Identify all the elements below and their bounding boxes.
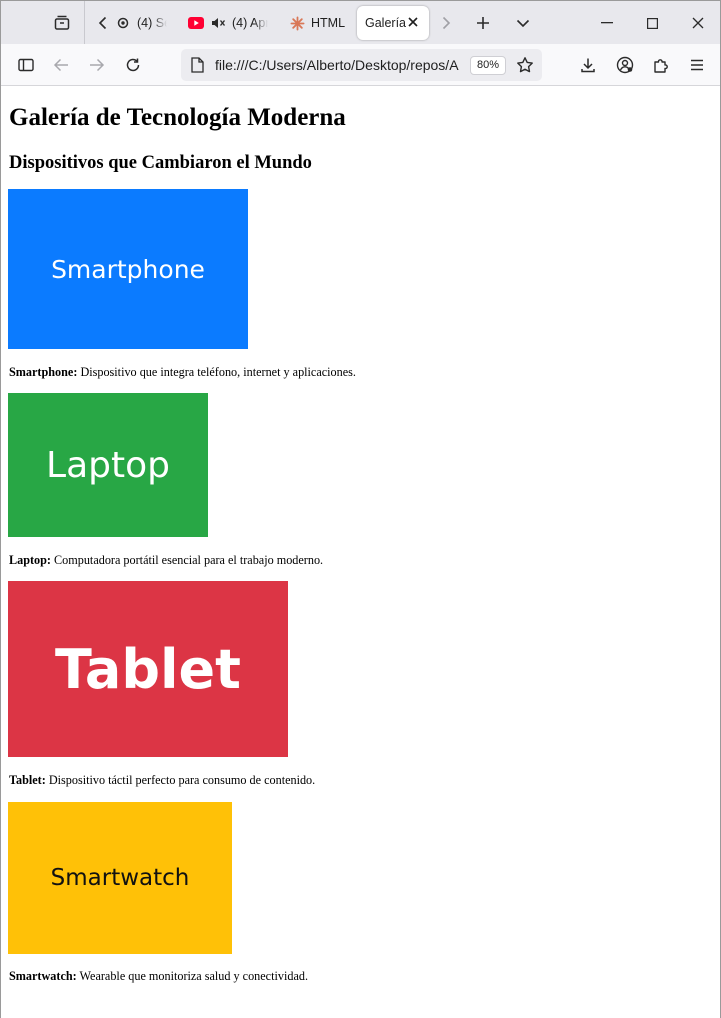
close-tab-icon[interactable] bbox=[407, 16, 419, 28]
image-label: Laptop bbox=[46, 444, 170, 486]
caption-description: Dispositivo que integra teléfono, intern… bbox=[77, 365, 356, 379]
back-arrow-icon[interactable] bbox=[48, 52, 74, 78]
caption-description: Dispositivo táctil perfecto para consumo… bbox=[45, 773, 316, 787]
youtube-icon bbox=[188, 15, 204, 31]
mute-icon[interactable] bbox=[210, 15, 226, 31]
tablet-caption: Tablet: Dispositivo táctil perfecto para… bbox=[9, 773, 315, 788]
browser-window: (4) Ses (4) Apr HTML Galería bbox=[0, 0, 721, 1018]
page-title: Galería de Tecnología Moderna bbox=[9, 104, 346, 131]
bookmark-star-icon[interactable] bbox=[516, 56, 534, 74]
caption-name: Smartphone: bbox=[9, 365, 78, 379]
close-window-icon[interactable] bbox=[688, 13, 708, 33]
account-icon[interactable] bbox=[612, 52, 638, 78]
image-label: Smartwatch bbox=[50, 865, 190, 891]
page-subtitle: Dispositivos que Cambiaron el Mundo bbox=[9, 153, 312, 173]
new-tab-icon[interactable] bbox=[473, 13, 493, 33]
laptop-image: Laptop bbox=[8, 393, 208, 537]
smartphone-image: Smartphone bbox=[8, 189, 248, 349]
forward-arrow-icon[interactable] bbox=[84, 52, 110, 78]
caption-name: Smartwatch: bbox=[9, 969, 77, 983]
url-text[interactable]: file:///C:/Users/Alberto/Desktop/repos/A bbox=[215, 57, 465, 73]
chevron-right-icon[interactable] bbox=[437, 14, 455, 32]
download-icon[interactable] bbox=[575, 52, 601, 78]
tab-overview-icon[interactable] bbox=[52, 13, 72, 33]
tab-html[interactable]: HTML bbox=[289, 6, 345, 40]
menu-hamburger-icon[interactable] bbox=[684, 52, 710, 78]
sidebar-toggle-icon[interactable] bbox=[13, 52, 39, 78]
zoom-level-badge[interactable]: 80% bbox=[470, 56, 507, 75]
list-tabs-chevron-down-icon[interactable] bbox=[513, 13, 533, 33]
minimize-icon[interactable] bbox=[597, 13, 617, 33]
claude-icon bbox=[289, 15, 305, 31]
tab-label: Galería bbox=[365, 16, 406, 30]
smartwatch-image: Smartwatch bbox=[8, 802, 232, 954]
tab-label: HTML bbox=[311, 16, 345, 30]
tab-galeria-active[interactable]: Galería bbox=[357, 6, 429, 40]
navigation-toolbar: file:///C:/Users/Alberto/Desktop/repos/A… bbox=[1, 44, 720, 86]
tab-youtube[interactable]: (4) Apr bbox=[188, 6, 268, 40]
extensions-icon[interactable] bbox=[648, 52, 674, 78]
caption-name: Laptop: bbox=[9, 553, 51, 567]
reload-icon[interactable] bbox=[120, 52, 146, 78]
address-bar[interactable]: file:///C:/Users/Alberto/Desktop/repos/A… bbox=[181, 49, 542, 81]
chevron-left-icon[interactable] bbox=[94, 14, 112, 32]
image-label: Tablet bbox=[55, 637, 241, 701]
smartphone-caption: Smartphone: Dispositivo que integra telé… bbox=[9, 365, 356, 380]
caption-name: Tablet: bbox=[9, 773, 46, 787]
caption-description: Wearable que monitoriza salud y conectiv… bbox=[76, 969, 308, 983]
page-content: Galería de Tecnología Moderna Dispositiv… bbox=[1, 87, 720, 1018]
smartwatch-caption: Smartwatch: Wearable que monitoriza salu… bbox=[9, 969, 308, 984]
file-page-icon[interactable] bbox=[191, 57, 205, 73]
tablet-image: Tablet bbox=[8, 581, 288, 757]
audio-icon bbox=[115, 15, 131, 31]
image-label: Smartphone bbox=[51, 254, 205, 284]
laptop-caption: Laptop: Computadora portátil esencial pa… bbox=[9, 553, 323, 568]
tab-audio[interactable]: (4) Ses bbox=[115, 6, 167, 40]
maximize-icon[interactable] bbox=[642, 13, 662, 33]
tab-strip: (4) Ses (4) Apr HTML Galería bbox=[1, 1, 720, 44]
caption-description: Computadora portátil esencial para el tr… bbox=[51, 553, 324, 567]
